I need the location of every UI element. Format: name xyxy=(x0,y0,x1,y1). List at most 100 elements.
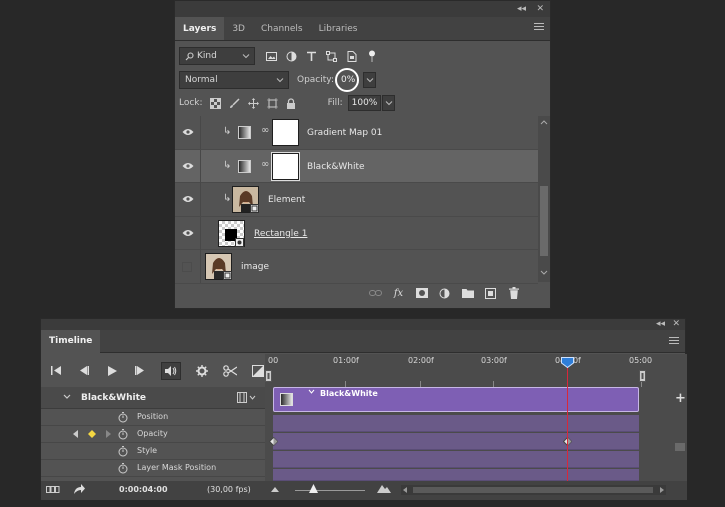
next-frame-icon[interactable] xyxy=(133,364,147,378)
scroll-left-icon[interactable] xyxy=(403,487,408,493)
pixel-filter-icon[interactable] xyxy=(265,50,278,63)
opacity-slider-toggle[interactable] xyxy=(363,72,376,88)
filter-kind-dropdown[interactable]: Kind xyxy=(179,47,255,65)
track-area[interactable]: Black&White xyxy=(265,387,673,481)
settings-gear-icon[interactable] xyxy=(195,364,209,378)
type-filter-icon[interactable] xyxy=(305,50,318,63)
keyframe-diamond-icon[interactable] xyxy=(88,430,96,438)
stopwatch-icon[interactable] xyxy=(118,463,128,474)
property-row[interactable]: Opacity xyxy=(41,426,265,443)
layer-clip[interactable]: Black&White xyxy=(273,387,639,412)
new-group-folder-icon[interactable] xyxy=(461,287,474,300)
frame-animation-toggle-icon[interactable] xyxy=(46,486,60,493)
transition-icon[interactable] xyxy=(251,364,265,378)
timeline-horizontal-scrollbar[interactable] xyxy=(401,485,666,495)
stopwatch-icon[interactable] xyxy=(118,446,128,457)
blend-mode-dropdown[interactable]: Normal xyxy=(179,71,289,89)
previous-keyframe-icon[interactable] xyxy=(73,430,79,438)
layer-mask-thumbnail[interactable] xyxy=(271,151,300,181)
current-timecode[interactable]: 0:00:04:00 xyxy=(119,485,168,494)
add-mask-icon[interactable] xyxy=(415,287,428,300)
adjustment-filter-icon[interactable] xyxy=(285,50,298,63)
close-icon[interactable]: ✕ xyxy=(672,319,680,329)
eye-icon[interactable] xyxy=(175,116,201,149)
scrollbar-thumb[interactable] xyxy=(540,186,548,256)
split-scissors-icon[interactable] xyxy=(223,364,237,378)
layer-row[interactable]: ↳ Element xyxy=(175,183,538,217)
panel-menu-icon[interactable] xyxy=(534,23,544,32)
layer-mask-thumbnail[interactable] xyxy=(272,119,299,146)
layer-name[interactable]: Rectangle 1 xyxy=(254,229,307,239)
collapse-icon[interactable]: ◂◂ xyxy=(656,319,665,329)
next-keyframe-icon[interactable] xyxy=(105,430,111,438)
zoom-slider-track[interactable] xyxy=(295,490,365,491)
lock-position-move-icon[interactable] xyxy=(247,97,260,110)
property-lane[interactable] xyxy=(269,433,639,450)
play-icon[interactable] xyxy=(105,364,119,378)
render-video-icon[interactable] xyxy=(73,484,85,495)
trash-icon[interactable] xyxy=(507,287,520,300)
layer-row[interactable]: Rectangle 1 xyxy=(175,216,538,250)
layer-name[interactable]: image xyxy=(241,262,269,272)
property-row[interactable]: Style xyxy=(41,443,265,460)
layer-row[interactable]: ↳ ∞ Black&White xyxy=(175,149,538,183)
layer-name[interactable]: Black&White xyxy=(307,162,365,172)
add-media-plus-icon[interactable]: + xyxy=(675,391,686,406)
scroll-right-icon[interactable] xyxy=(659,487,664,493)
property-lane[interactable] xyxy=(273,451,639,468)
new-adjustment-layer-icon[interactable] xyxy=(438,287,451,300)
stopwatch-icon[interactable] xyxy=(118,429,128,440)
opacity-field[interactable]: 0% xyxy=(335,68,359,92)
property-lane[interactable] xyxy=(273,415,639,432)
tab-channels[interactable]: Channels xyxy=(253,17,311,40)
property-lane[interactable] xyxy=(273,469,639,481)
filmstrip-icon[interactable] xyxy=(237,392,247,403)
lock-pixels-brush-icon[interactable] xyxy=(228,97,241,110)
work-area-start-handle[interactable] xyxy=(265,370,272,382)
layer-name[interactable]: Element xyxy=(268,195,305,205)
property-row[interactable]: Position xyxy=(41,409,265,426)
lock-artboard-icon[interactable] xyxy=(266,97,279,110)
filter-toggle-icon[interactable] xyxy=(365,50,378,63)
layer-track-header[interactable]: Black&White xyxy=(41,387,265,409)
stopwatch-icon[interactable] xyxy=(118,412,128,423)
link-layers-icon[interactable] xyxy=(369,287,382,300)
fill-slider-toggle[interactable] xyxy=(382,95,396,111)
time-ruler[interactable]: 00 01:00f 02:00f 03:00f 04:00f 05:00 xyxy=(265,354,687,387)
fx-icon[interactable]: fx xyxy=(392,287,405,300)
collapse-icon[interactable]: ◂◂ xyxy=(517,4,526,14)
chevron-down-icon[interactable] xyxy=(63,394,71,400)
eye-icon[interactable] xyxy=(175,216,201,250)
property-row[interactable]: Layer Mask Position xyxy=(41,460,265,477)
close-icon[interactable]: ✕ xyxy=(536,4,544,14)
layer-name[interactable]: Gradient Map 01 xyxy=(307,128,382,138)
keyframe-diamond-icon[interactable] xyxy=(269,437,278,446)
scroll-up-icon[interactable] xyxy=(540,119,548,125)
zoom-out-mountain-icon[interactable] xyxy=(271,487,279,492)
chevron-down-icon[interactable] xyxy=(249,395,256,400)
link-icon[interactable]: ∞ xyxy=(261,159,269,170)
panel-menu-icon[interactable] xyxy=(669,337,679,346)
eye-icon[interactable] xyxy=(175,183,201,216)
zoom-in-mountain-icon[interactable] xyxy=(377,484,391,493)
smart-object-filter-icon[interactable] xyxy=(345,50,358,63)
lock-all-icon[interactable] xyxy=(285,97,298,110)
tab-timeline[interactable]: Timeline xyxy=(41,330,101,353)
scrollbar-thumb[interactable] xyxy=(413,487,653,493)
tab-3d[interactable]: 3D xyxy=(224,17,253,40)
lock-transparency-icon[interactable] xyxy=(209,97,222,110)
new-layer-icon[interactable] xyxy=(484,287,497,300)
vertical-scroll-thumb[interactable] xyxy=(675,443,685,451)
visibility-toggle-off[interactable] xyxy=(175,250,201,283)
scroll-down-icon[interactable] xyxy=(540,270,548,276)
audio-speaker-icon[interactable] xyxy=(161,361,181,380)
shape-filter-icon[interactable] xyxy=(325,50,338,63)
playhead-handle[interactable] xyxy=(561,357,574,368)
previous-frame-icon[interactable] xyxy=(77,364,91,378)
work-area-end-handle[interactable] xyxy=(639,370,646,382)
chevron-down-icon[interactable] xyxy=(308,389,315,394)
layers-scrollbar[interactable] xyxy=(538,116,550,282)
tab-layers[interactable]: Layers xyxy=(175,17,225,40)
link-icon[interactable]: ∞ xyxy=(261,125,269,136)
layer-row[interactable]: image xyxy=(175,250,538,284)
